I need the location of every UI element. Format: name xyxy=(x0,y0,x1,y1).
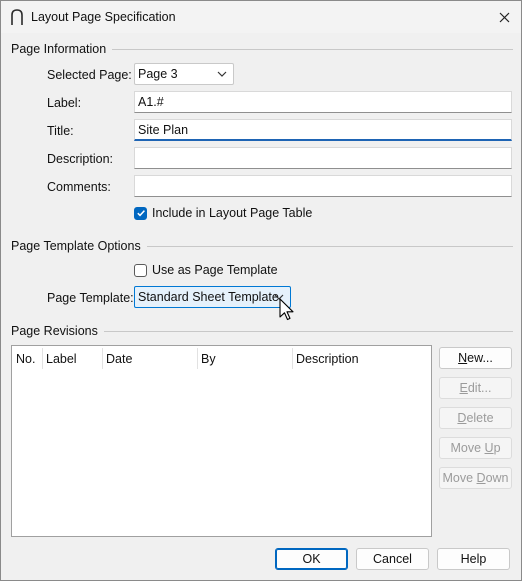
window-title: Layout Page Specification xyxy=(31,10,176,24)
mouse-pointer-icon xyxy=(279,298,294,321)
group-title-page-information: Page Information xyxy=(11,42,113,56)
table-header: No. Label Date By Description xyxy=(12,346,431,371)
checkbox-unchecked[interactable] xyxy=(134,263,147,277)
column-header-description[interactable]: Description xyxy=(292,346,432,371)
button-text: ew... xyxy=(467,351,493,365)
edit-revision-button[interactable]: Edit... xyxy=(439,377,512,399)
group-title-template-options: Page Template Options xyxy=(11,239,147,253)
button-text: p xyxy=(493,441,501,455)
column-header-no[interactable]: No. xyxy=(12,346,42,371)
button-text: elete xyxy=(466,411,494,425)
selected-page-value: Page 3 xyxy=(138,67,178,81)
revisions-table[interactable]: No. Label Date By Description xyxy=(11,345,432,537)
include-in-table-label: Include in Layout Page Table xyxy=(152,206,313,220)
button-accelerator: U xyxy=(484,441,494,455)
selected-page-label: Selected Page: xyxy=(47,68,132,82)
include-in-table-checkbox[interactable]: Include in Layout Page Table xyxy=(134,206,312,220)
use-as-template-label: Use as Page Template xyxy=(152,263,278,277)
button-text: own xyxy=(485,471,509,485)
dialog-window: Layout Page Specification Page Informati… xyxy=(0,0,522,581)
cancel-button[interactable]: Cancel xyxy=(356,548,429,570)
description-field-label: Description: xyxy=(47,152,113,166)
group-title-page-revisions: Page Revisions xyxy=(11,324,104,338)
button-accelerator: D xyxy=(457,411,467,425)
button-text: dit... xyxy=(467,381,492,395)
checkbox-checked[interactable] xyxy=(134,206,147,220)
title-bar: Layout Page Specification xyxy=(1,1,521,33)
button-accelerator: N xyxy=(458,351,468,365)
selected-page-dropdown[interactable]: Page 3 xyxy=(134,63,234,85)
help-button[interactable]: Help xyxy=(437,548,510,570)
button-text: Move xyxy=(442,471,477,485)
move-up-button[interactable]: Move Up xyxy=(439,437,512,459)
chevron-down-icon xyxy=(217,71,227,77)
label-field[interactable]: A1.# xyxy=(134,91,512,113)
page-template-label: Page Template: xyxy=(47,291,134,305)
description-field[interactable] xyxy=(134,147,512,169)
label-field-label: Label: xyxy=(47,96,82,110)
new-revision-button[interactable]: New... xyxy=(439,347,512,369)
page-template-value: Standard Sheet Template xyxy=(138,290,279,304)
use-as-template-checkbox[interactable]: Use as Page Template xyxy=(134,263,278,277)
button-text: Move xyxy=(450,441,485,455)
arch-icon xyxy=(11,9,23,25)
comments-field-label: Comments: xyxy=(47,180,111,194)
delete-revision-button[interactable]: Delete xyxy=(439,407,512,429)
column-header-by[interactable]: By xyxy=(197,346,292,371)
title-field[interactable]: Site Plan xyxy=(134,119,512,141)
comments-field[interactable] xyxy=(134,175,512,197)
close-button[interactable] xyxy=(487,1,521,33)
close-icon xyxy=(499,12,509,22)
title-field-label: Title: xyxy=(47,124,74,138)
column-header-label[interactable]: Label xyxy=(42,346,102,371)
ok-button[interactable]: OK xyxy=(275,548,348,570)
page-template-dropdown[interactable]: Standard Sheet Template xyxy=(134,286,291,308)
checkmark-icon xyxy=(136,210,145,217)
move-down-button[interactable]: Move Down xyxy=(439,467,512,489)
button-accelerator: E xyxy=(459,381,468,395)
column-header-date[interactable]: Date xyxy=(102,346,197,371)
button-accelerator: D xyxy=(476,471,486,485)
